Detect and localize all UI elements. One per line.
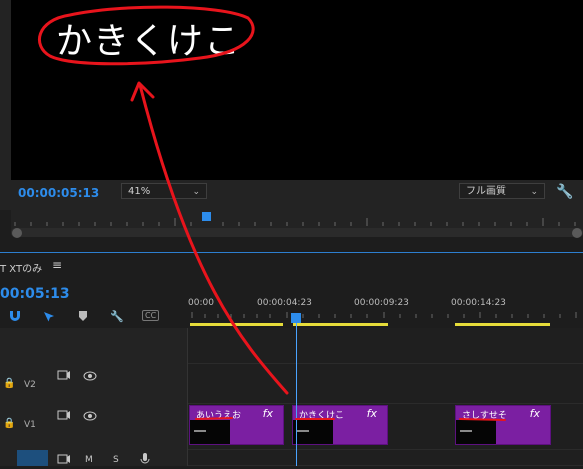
render-bar — [190, 323, 283, 326]
wrench-icon[interactable]: 🔧 — [556, 184, 573, 200]
track-label-v2: V2 — [24, 380, 36, 390]
scrollbar-handle-left[interactable] — [12, 228, 22, 238]
fx-badge[interactable]: fx — [263, 407, 273, 420]
hamburger-menu-icon[interactable]: ≡ — [52, 258, 62, 272]
zoom-value: 41% — [128, 186, 151, 197]
chevron-down-icon: ⌄ — [530, 187, 538, 197]
wrench-icon[interactable]: 🔧 — [110, 310, 124, 323]
lock-icon[interactable]: 🔒 — [3, 418, 15, 429]
clip-thumbnail — [190, 420, 230, 444]
mute-button[interactable]: M — [85, 455, 93, 465]
track-header-empty — [0, 328, 188, 364]
track-label-v1: V1 — [24, 420, 36, 430]
fx-badge[interactable]: fx — [530, 407, 540, 420]
film-icon[interactable] — [57, 454, 71, 467]
playhead-handle[interactable] — [291, 313, 301, 323]
monitor-timecode[interactable]: 00:00:05:13 — [18, 186, 99, 200]
magnet-snap-icon[interactable] — [8, 310, 22, 325]
ruler-tick-label: 00:00:04:23 — [257, 298, 312, 308]
eye-icon[interactable] — [83, 371, 97, 384]
film-icon[interactable] — [57, 370, 71, 383]
timeline-timecode[interactable]: 00:05:13 — [0, 286, 70, 302]
zoom-dropdown[interactable]: 41% ⌄ — [121, 183, 207, 199]
video-caption: かきくけこ — [56, 21, 242, 62]
eye-icon[interactable] — [83, 411, 97, 424]
monitor-scrollbar[interactable] — [11, 228, 583, 237]
track-target-a1[interactable] — [17, 450, 48, 466]
render-bar — [293, 323, 388, 326]
captions-icon[interactable]: CC — [142, 310, 160, 321]
monitor-ruler[interactable] — [11, 210, 583, 230]
film-icon[interactable] — [57, 410, 71, 423]
ruler-tick-label: 00:00 — [188, 298, 214, 308]
render-bar — [455, 323, 550, 326]
linked-selection-icon[interactable] — [42, 310, 56, 327]
clip[interactable]: あいうえお fx — [189, 405, 284, 445]
microphone-icon[interactable] — [140, 453, 150, 469]
chevron-down-icon: ⌄ — [192, 187, 200, 197]
fx-badge[interactable]: fx — [367, 407, 377, 420]
lock-icon[interactable]: 🔒 — [3, 378, 15, 389]
solo-button[interactable]: S — [113, 455, 119, 465]
clip-thumbnail — [293, 420, 333, 444]
scrollbar-handle-right[interactable] — [572, 228, 582, 238]
quality-value: フル画質 — [466, 186, 506, 197]
ruler-tick-label: 00:00:14:23 — [451, 298, 506, 308]
clip-thumbnail — [456, 420, 496, 444]
quality-dropdown[interactable]: フル画質 ⌄ — [459, 183, 545, 199]
marker-icon[interactable] — [78, 310, 88, 325]
playhead-line — [296, 320, 297, 466]
sequence-tab[interactable]: T XTのみ — [0, 260, 42, 275]
panel-divider — [0, 252, 583, 253]
clip[interactable]: かきくけこ fx — [292, 405, 388, 445]
monitor-playhead[interactable] — [202, 212, 211, 221]
ruler-tick-label: 00:00:09:23 — [354, 298, 409, 308]
clip[interactable]: さしすせそ fx — [455, 405, 551, 445]
